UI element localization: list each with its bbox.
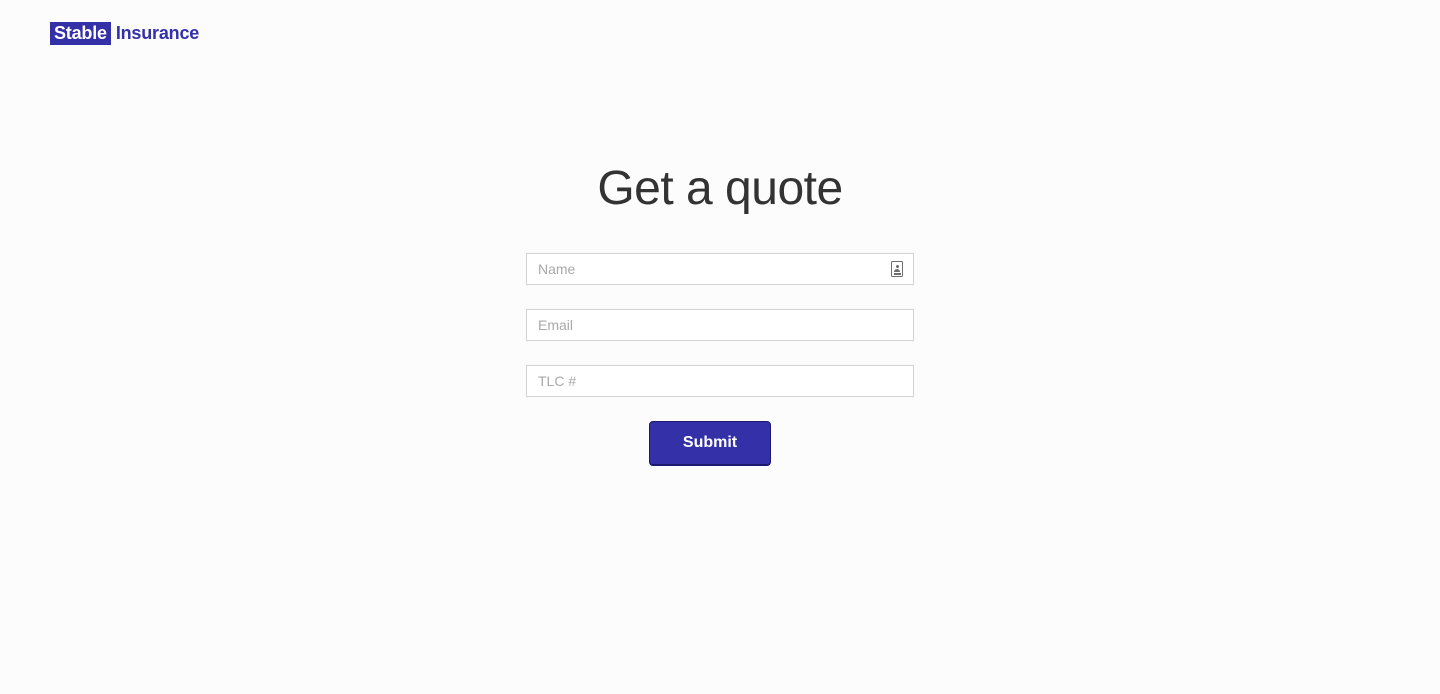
logo-text: Insurance	[115, 23, 200, 43]
tlc-input[interactable]	[526, 365, 914, 397]
submit-button[interactable]: Submit	[649, 421, 771, 466]
email-input[interactable]	[526, 309, 914, 341]
quote-form	[526, 253, 914, 421]
page-title: Get a quote	[597, 162, 843, 215]
submit-wrapper: Submit	[649, 421, 771, 466]
name-field-wrapper	[526, 253, 914, 285]
logo[interactable]: Stable Insurance	[50, 22, 199, 45]
quote-page: Stable Insurance Get a quote Submit	[0, 0, 1440, 694]
logo-boxed-text: Stable	[50, 22, 111, 45]
name-input[interactable]	[526, 253, 914, 285]
email-field-wrapper	[526, 309, 914, 341]
contact-card-icon[interactable]	[891, 261, 903, 277]
tlc-field-wrapper	[526, 365, 914, 397]
